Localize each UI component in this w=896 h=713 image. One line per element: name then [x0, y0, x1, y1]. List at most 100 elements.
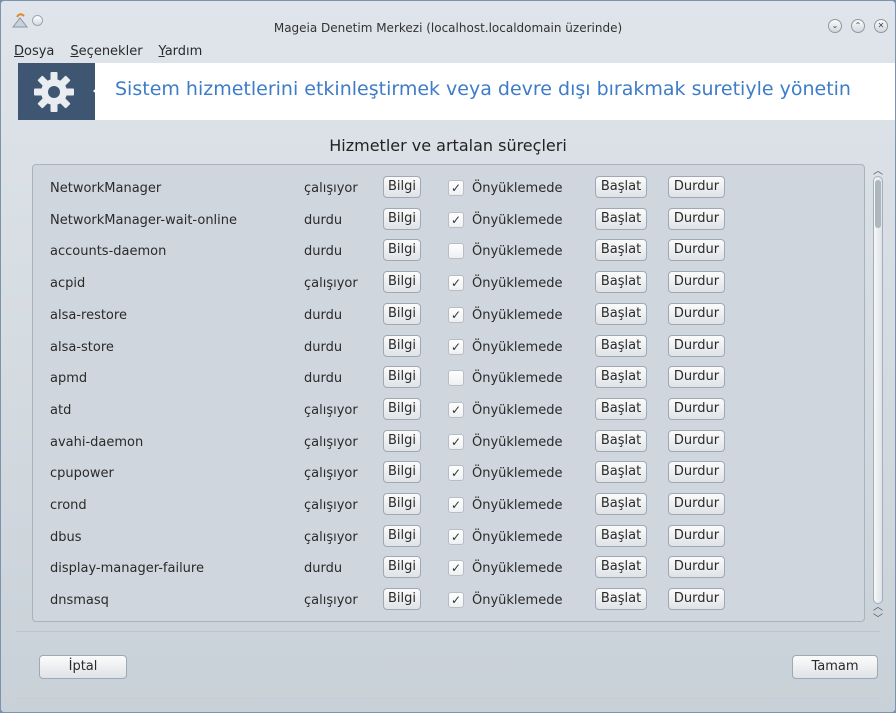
info-button[interactable]: Bilgi	[383, 176, 421, 198]
onboot-checkbox[interactable]: ✓	[448, 497, 464, 513]
onboot-checkbox[interactable]: ✓	[448, 211, 464, 228]
info-button[interactable]: Bilgi	[383, 271, 421, 294]
stop-button[interactable]: Durdur	[668, 239, 725, 262]
info-button[interactable]: Bilgi	[383, 524, 421, 547]
stop-button[interactable]: Durdur	[668, 556, 725, 579]
info-button[interactable]: Bilgi	[383, 556, 421, 579]
onboot-checkbox[interactable]: ✓	[448, 401, 464, 418]
onboot-checkbox[interactable]: ✓	[448, 180, 464, 196]
stop-button[interactable]: Durdur	[668, 493, 725, 515]
onboot-checkbox[interactable]: ✓	[448, 275, 464, 292]
onboot-checkbox[interactable]	[448, 370, 464, 387]
vertical-scrollbar[interactable]: ︿ ︿ ﹀	[867, 162, 889, 625]
onboot-label[interactable]: Önyüklemede	[472, 371, 562, 386]
onboot-label[interactable]: Önyüklemede	[472, 403, 562, 418]
onboot-label[interactable]: Önyüklemede	[472, 466, 562, 481]
services-list: NetworkManager çalışıyor Bilgi ✓ Önyüklemede…	[32, 164, 865, 622]
onboot-checkbox[interactable]: ✓	[448, 560, 464, 577]
stop-button[interactable]: Durdur	[668, 461, 725, 484]
header-banner: Sistem hizmetlerini etkinleştirmek veya …	[18, 63, 895, 120]
service-row: NetworkManager çalışıyor Bilgi ✓ Önyüklemede…	[33, 173, 864, 204]
info-button[interactable]: Bilgi	[383, 588, 421, 611]
onboot-checkbox[interactable]: ✓	[448, 433, 464, 450]
info-button[interactable]: Bilgi	[383, 334, 421, 357]
start-button[interactable]: Başlat	[595, 271, 647, 294]
stop-button[interactable]: Durdur	[668, 302, 725, 325]
info-button[interactable]: Bilgi	[383, 366, 421, 389]
menu-yardim[interactable]: Yardım	[159, 44, 203, 62]
start-button[interactable]: Başlat	[595, 207, 647, 230]
checkmark-icon: ✓	[450, 561, 462, 576]
start-button[interactable]: Başlat	[595, 334, 647, 357]
stop-button[interactable]: Durdur	[668, 397, 725, 420]
service-status: durdu	[304, 307, 343, 323]
onboot-checkbox[interactable]: ✓	[448, 465, 464, 482]
start-button[interactable]: Başlat	[595, 429, 647, 452]
info-button[interactable]: Bilgi	[383, 493, 421, 515]
maximize-button[interactable]: ⌃	[851, 19, 865, 33]
checkmark-icon: ✓	[450, 498, 462, 512]
onboot-label[interactable]: Önyüklemede	[472, 244, 562, 259]
info-button[interactable]: Bilgi	[383, 302, 421, 325]
stop-button[interactable]: Durdur	[668, 588, 725, 611]
start-button[interactable]: Başlat	[595, 366, 647, 389]
footer-divider	[16, 631, 880, 632]
stop-button[interactable]: Durdur	[668, 271, 725, 294]
start-button[interactable]: Başlat	[595, 524, 647, 547]
scroll-thumb[interactable]	[873, 176, 883, 604]
onboot-checkbox[interactable]: ✓	[448, 338, 464, 355]
scroll-down-icon[interactable]: ﹀	[872, 610, 884, 625]
info-button[interactable]: Bilgi	[383, 207, 421, 230]
service-name: alsa-store	[50, 339, 114, 355]
onboot-checkbox[interactable]: ✓	[448, 592, 464, 609]
onboot-label[interactable]: Önyüklemede	[472, 340, 562, 355]
service-status: durdu	[304, 212, 343, 228]
close-button[interactable]: ✕	[874, 19, 888, 33]
stop-button[interactable]: Durdur	[668, 366, 725, 389]
onboot-checkbox[interactable]: ✓	[448, 528, 464, 545]
stop-button[interactable]: Durdur	[668, 429, 725, 452]
checkmark-icon: ✓	[450, 212, 462, 227]
service-row: cpupower çalışıyor Bilgi ✓ Önyüklemede Başlat…	[33, 458, 864, 489]
stop-button[interactable]: Durdur	[668, 176, 725, 198]
onboot-label[interactable]: Önyüklemede	[472, 181, 562, 196]
stop-button[interactable]: Durdur	[668, 207, 725, 230]
cancel-button[interactable]: İptal	[39, 655, 127, 679]
menu-dosya[interactable]: Dosya	[14, 44, 54, 62]
onboot-label[interactable]: Önyüklemede	[472, 308, 562, 323]
scroll-grip	[875, 180, 881, 228]
stop-button[interactable]: Durdur	[668, 334, 725, 357]
start-button[interactable]: Başlat	[595, 397, 647, 420]
title-bar[interactable]: Mageia Denetim Merkezi (localhost.locald…	[1, 1, 895, 41]
scroll-up-icon[interactable]: ︿	[872, 162, 884, 177]
start-button[interactable]: Başlat	[595, 588, 647, 611]
service-status: durdu	[304, 339, 343, 355]
onboot-label[interactable]: Önyüklemede	[472, 593, 562, 608]
onboot-label[interactable]: Önyüklemede	[472, 561, 562, 576]
onboot-checkbox[interactable]: ✓	[448, 306, 464, 323]
menu-secenekler[interactable]: Seçenekler	[70, 44, 142, 62]
onboot-checkbox[interactable]	[448, 243, 464, 260]
info-button[interactable]: Bilgi	[383, 239, 421, 262]
service-status: çalışıyor	[304, 434, 358, 450]
onboot-label[interactable]: Önyüklemede	[472, 276, 562, 291]
start-button[interactable]: Başlat	[595, 176, 647, 198]
start-button[interactable]: Başlat	[595, 239, 647, 262]
start-button[interactable]: Başlat	[595, 556, 647, 579]
start-button[interactable]: Başlat	[595, 493, 647, 515]
service-row: alsa-restore durdu Bilgi ✓ Önyüklemede Başlat…	[33, 300, 864, 331]
start-button[interactable]: Başlat	[595, 302, 647, 325]
onboot-label[interactable]: Önyüklemede	[472, 530, 562, 545]
minimize-button[interactable]: ⌄	[828, 19, 842, 33]
stop-button[interactable]: Durdur	[668, 524, 725, 547]
onboot-label[interactable]: Önyüklemede	[472, 213, 562, 228]
info-button[interactable]: Bilgi	[383, 397, 421, 420]
service-name: avahi-daemon	[50, 434, 144, 450]
onboot-label[interactable]: Önyüklemede	[472, 435, 562, 450]
ok-button[interactable]: Tamam	[792, 655, 878, 679]
onboot-label[interactable]: Önyüklemede	[472, 498, 562, 513]
start-button[interactable]: Başlat	[595, 461, 647, 484]
service-name: acpid	[50, 276, 86, 292]
info-button[interactable]: Bilgi	[383, 461, 421, 484]
info-button[interactable]: Bilgi	[383, 429, 421, 452]
